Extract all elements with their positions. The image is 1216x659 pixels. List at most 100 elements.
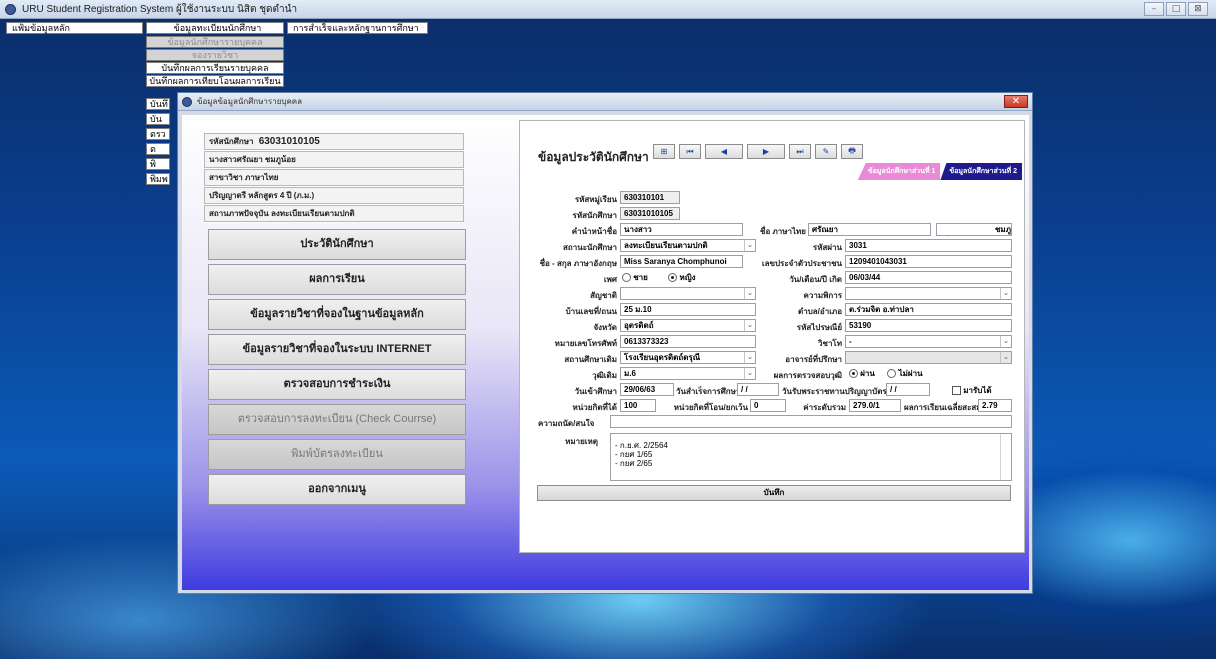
status-select[interactable]: ลงทะเบียนเรียนตามปกติ ⌄ bbox=[620, 239, 756, 252]
menu-graduation[interactable]: การสำเร็จและหลักฐานการศึกษา bbox=[287, 22, 428, 34]
submenu-stub[interactable]: บัน bbox=[146, 113, 170, 125]
close-button[interactable]: ⊠ bbox=[1188, 2, 1208, 16]
remark-textarea[interactable]: - ก.ย.ศ. 2/2564 - กยศ 1/65 - กยศ 2/65 bbox=[610, 433, 1012, 481]
minor-select[interactable]: - ⌄ bbox=[845, 335, 1012, 348]
chevron-down-icon: ⌄ bbox=[1000, 336, 1011, 347]
next-record-button[interactable]: ▶ bbox=[747, 144, 785, 159]
payment-check-button[interactable]: ตรวจสอบการชำระเงิน bbox=[208, 369, 466, 400]
prefix-field[interactable]: นางสาว bbox=[620, 223, 743, 236]
enroll-field[interactable]: 29/06/63 bbox=[620, 383, 674, 396]
booked-courses-internet-button[interactable]: ข้อมูลรายวิชาที่จองในระบบ INTERNET bbox=[208, 334, 466, 365]
school-label: สถานศึกษาเดิม bbox=[564, 355, 617, 364]
gpa-label: ผลการเรียนเฉลี่ยสะสม bbox=[904, 403, 982, 412]
remark-line: - กยศ 1/65 bbox=[615, 450, 653, 459]
citizen-field[interactable]: 1209401043031 bbox=[845, 255, 1012, 268]
firstname-label: ชื่อ ภาษาไทย bbox=[760, 227, 806, 236]
gender-male-radio[interactable] bbox=[622, 273, 631, 283]
student-id-field[interactable]: 63031010105 bbox=[620, 207, 680, 220]
lastname-field[interactable]: ชมภูน้อย bbox=[936, 223, 1012, 236]
dialog-icon bbox=[182, 96, 192, 107]
submenu-stub[interactable]: บันทึ bbox=[146, 98, 170, 110]
student-major: สาขาวิชา ภาษาไทย bbox=[204, 169, 464, 186]
check-course-button[interactable]: ตรวจสอบการลงทะเบียน (Check Courrse) bbox=[208, 404, 466, 435]
submenu-stub[interactable]: ต bbox=[146, 143, 170, 155]
minimize-button[interactable]: – bbox=[1144, 2, 1164, 16]
degree-date-field[interactable]: / / bbox=[886, 383, 930, 396]
dialog-title: ข้อมูลข้อมูลนักศึกษารายบุคคล bbox=[197, 97, 303, 106]
disability-select[interactable]: ⌄ bbox=[845, 287, 1012, 300]
degree-date-label: วันรับพระราชทานปริญญาบัตร bbox=[782, 387, 887, 396]
edu-select[interactable]: ม.6 ⌄ bbox=[620, 367, 756, 380]
school-select[interactable]: โรงเรียนอุตรดิตถ์ดรุณี ⌄ bbox=[620, 351, 756, 364]
firstname-field[interactable]: ศรัณยา bbox=[808, 223, 931, 236]
exam-pass-label: ผ่าน bbox=[860, 369, 875, 378]
nationality-select[interactable]: ⌄ bbox=[620, 287, 756, 300]
remark-line: - ก.ย.ศ. 2/2564 bbox=[615, 441, 668, 450]
tab-part-2[interactable]: ข้อมูลนักศึกษาส่วนที่ 2 bbox=[940, 163, 1022, 180]
remark-scrollbar[interactable] bbox=[1000, 434, 1011, 480]
credits-field[interactable]: 100 bbox=[620, 399, 656, 412]
exam-fail-radio[interactable] bbox=[887, 369, 897, 379]
dialog-close-button[interactable]: ✕ bbox=[1004, 95, 1028, 108]
student-id-field-label: รหัสนักศึกษา bbox=[572, 211, 617, 220]
address-label: บ้านเลขที่/ถนน bbox=[565, 307, 617, 316]
submenu-book-course[interactable]: จองรายวิชา bbox=[146, 49, 284, 61]
received-checkbox[interactable] bbox=[952, 386, 961, 396]
booked-courses-db-button[interactable]: ข้อมูลรายวิชาที่จองในฐานข้อมูลหลัก bbox=[208, 299, 466, 330]
graduate-label: วันสำเร็จการศึกษา bbox=[676, 387, 741, 396]
app-titlebar: URU Student Registration System ผู้ใช้งา… bbox=[0, 0, 1216, 19]
print-card-button[interactable]: พิมพ์บัตรลงทะเบียน bbox=[208, 439, 466, 470]
postcode-field[interactable]: 53190 bbox=[845, 319, 1012, 332]
submenu-record-transfer[interactable]: บันทึกผลการเทียบโอนผลการเรียน bbox=[146, 75, 284, 87]
address-field[interactable]: 25 ม.10 bbox=[620, 303, 756, 316]
grade-total-field[interactable]: 279.0/1 bbox=[849, 399, 901, 412]
gpa-field[interactable]: 2.79 bbox=[978, 399, 1012, 412]
new-record-button[interactable]: ⊞ bbox=[653, 144, 675, 159]
profile-button[interactable]: ประวัตินักศึกษา bbox=[208, 229, 466, 260]
submenu-student-info[interactable]: ข้อมูลนักศึกษารายบุคคล bbox=[146, 36, 284, 48]
birth-field[interactable]: 06/03/44 bbox=[845, 271, 1012, 284]
menu-registration[interactable]: ข้อมูลทะเบียนนักศึกษา bbox=[146, 22, 284, 34]
tab-part-1[interactable]: ข้อมูลนักศึกษาส่วนที่ 1 bbox=[857, 163, 941, 180]
maximize-button[interactable]: □ bbox=[1166, 2, 1186, 16]
subdistrict-field[interactable]: ต.ร่วมจิต อ.ท่าปลา bbox=[845, 303, 1012, 316]
advisor-select[interactable]: ⌄ bbox=[845, 351, 1012, 364]
gender-group: ชาย หญิง bbox=[622, 271, 696, 284]
advisor-label: อาจารย์ที่ปรึกษา bbox=[785, 355, 842, 364]
en-name-field[interactable]: Miss Saranya Chomphunoi bbox=[620, 255, 743, 268]
disability-label: ความพิการ bbox=[803, 291, 842, 300]
registration-submenu: ข้อมูลนักศึกษารายบุคคล จองรายวิชา บันทึก… bbox=[146, 36, 284, 88]
group-code-field[interactable]: 630310101 bbox=[620, 191, 680, 204]
phone-field[interactable]: 0613373323 bbox=[620, 335, 756, 348]
remark-line: - กยศ 2/65 bbox=[615, 459, 653, 468]
credits-label: หน่วยกิตที่ได้ bbox=[572, 403, 617, 412]
submenu-record-grades[interactable]: บันทึกผลการเรียนรายบุคคล bbox=[146, 62, 284, 74]
chevron-down-icon: ⌄ bbox=[744, 352, 755, 363]
student-name: นางสาวศรัณยา ชมภูน้อย bbox=[204, 151, 464, 168]
save-button[interactable]: บันทึก bbox=[537, 485, 1011, 501]
transfer-field[interactable]: 0 bbox=[750, 399, 786, 412]
print-button[interactable]: 🖶 bbox=[841, 144, 863, 159]
last-record-button[interactable]: ⏭ bbox=[789, 144, 811, 159]
submenu-stub[interactable]: พิ bbox=[146, 158, 170, 170]
gender-female-radio[interactable] bbox=[668, 273, 678, 283]
submenu-stub[interactable]: ตรว bbox=[146, 128, 170, 140]
exam-pass-radio[interactable] bbox=[849, 369, 858, 379]
graduate-field[interactable]: / / bbox=[737, 383, 779, 396]
birth-label: วัน/เดือน/ปี เกิด bbox=[789, 275, 842, 284]
grades-button[interactable]: ผลการเรียน bbox=[208, 264, 466, 295]
prev-record-button[interactable]: ◀ bbox=[705, 144, 743, 159]
password-field[interactable]: 3031 bbox=[845, 239, 1012, 252]
phone-label: หมายเลขโทรศัพท์ bbox=[554, 339, 617, 348]
exit-menu-button[interactable]: ออกจากเมนู bbox=[208, 474, 466, 505]
province-select[interactable]: อุตรดิตถ์ ⌄ bbox=[620, 319, 756, 332]
edit-record-button[interactable]: ✎ bbox=[815, 144, 837, 159]
submenu-stub[interactable]: พิมพ bbox=[146, 173, 170, 185]
exam-label: ผลการตรวจสอบวุฒิ bbox=[773, 371, 842, 380]
talent-label: ความถนัด/สนใจ bbox=[538, 419, 595, 428]
chevron-down-icon: ⌄ bbox=[744, 288, 755, 299]
menu-master-data[interactable]: แฟ้มข้อมูลหลัก bbox=[6, 22, 143, 34]
first-record-button[interactable]: ⏮ bbox=[679, 144, 701, 159]
dialog-body: รหัสนักศึกษา 63031010105 นางสาวศรัณยา ชม… bbox=[182, 115, 1029, 590]
talent-field[interactable] bbox=[610, 415, 1012, 428]
